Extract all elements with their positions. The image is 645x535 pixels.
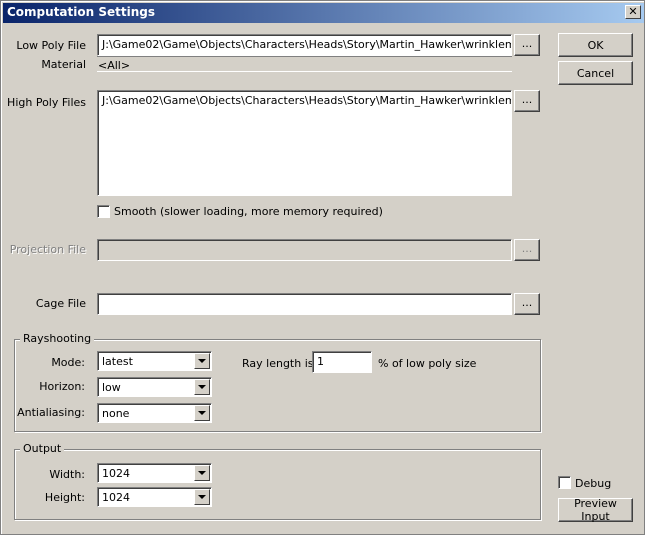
height-label: Height:	[44, 491, 85, 504]
horizon-dropdown-arrow[interactable]	[194, 379, 210, 395]
projection-file-input	[97, 239, 512, 261]
antialiasing-select-value: none	[102, 407, 130, 420]
chevron-down-icon	[198, 495, 206, 499]
smooth-checkbox[interactable]	[97, 205, 110, 218]
antialiasing-select[interactable]: none	[97, 403, 212, 423]
debug-label: Debug	[575, 477, 612, 490]
low-poly-browse-button[interactable]: ...	[514, 34, 540, 56]
height-dropdown-arrow[interactable]	[194, 489, 210, 505]
horizon-label: Horizon:	[39, 380, 85, 393]
mode-select-value: latest	[102, 355, 133, 368]
cancel-button[interactable]: Cancel	[558, 61, 633, 85]
mode-dropdown-arrow[interactable]	[194, 353, 210, 369]
height-select[interactable]: 1024	[97, 487, 212, 507]
ray-length-suffix: % of low poly size	[378, 357, 477, 370]
width-select-value: 1024	[102, 467, 130, 480]
ok-button[interactable]: OK	[558, 33, 633, 57]
output-group-title: Output	[20, 442, 65, 455]
low-poly-file-label: Low Poly File	[16, 39, 86, 52]
dialog-title: Computation Settings	[7, 5, 155, 19]
mode-label: Mode:	[51, 356, 85, 369]
output-group	[14, 449, 541, 520]
horizon-select[interactable]: low	[97, 377, 212, 397]
chevron-down-icon	[198, 385, 206, 389]
mode-select[interactable]: latest	[97, 351, 212, 371]
chevron-down-icon	[198, 411, 206, 415]
material-value: <All>	[97, 56, 512, 72]
chevron-down-icon	[198, 359, 206, 363]
ray-length-label: Ray length is	[242, 357, 314, 370]
high-poly-files-label: High Poly Files	[7, 96, 86, 109]
high-poly-files-list[interactable]: J:\Game02\Game\Objects\Characters\Heads\…	[97, 90, 512, 196]
close-icon: ✕	[628, 5, 638, 18]
smooth-label: Smooth (slower loading, more memory requ…	[114, 205, 383, 218]
low-poly-file-input[interactable]: J:\Game02\Game\Objects\Characters\Heads\…	[97, 34, 512, 56]
antialiasing-dropdown-arrow[interactable]	[194, 405, 210, 421]
ray-length-input[interactable]: 1	[312, 351, 372, 373]
rayshooting-group	[14, 339, 541, 432]
width-dropdown-arrow[interactable]	[194, 465, 210, 481]
debug-checkbox[interactable]	[558, 476, 571, 489]
chevron-down-icon	[198, 471, 206, 475]
cage-browse-button[interactable]: ...	[514, 293, 540, 315]
computation-settings-dialog: Computation Settings ✕ Low Poly File J:\…	[0, 0, 645, 535]
close-button[interactable]: ✕	[625, 5, 641, 19]
projection-file-label: Projection File	[9, 243, 86, 256]
preview-input-button[interactable]: Preview Input	[558, 497, 633, 523]
high-poly-browse-button[interactable]: ...	[514, 90, 540, 112]
antialiasing-label: Antialiasing:	[17, 406, 85, 419]
cage-file-label: Cage File	[35, 297, 86, 310]
horizon-select-value: low	[102, 381, 121, 394]
title-bar[interactable]: Computation Settings ✕	[3, 3, 644, 23]
width-label: Width:	[49, 468, 85, 481]
material-label: Material	[41, 58, 86, 71]
height-select-value: 1024	[102, 491, 130, 504]
projection-browse-button: ...	[514, 239, 540, 261]
rayshooting-group-title: Rayshooting	[20, 332, 95, 345]
width-select[interactable]: 1024	[97, 463, 212, 483]
cage-file-input[interactable]	[97, 293, 512, 315]
